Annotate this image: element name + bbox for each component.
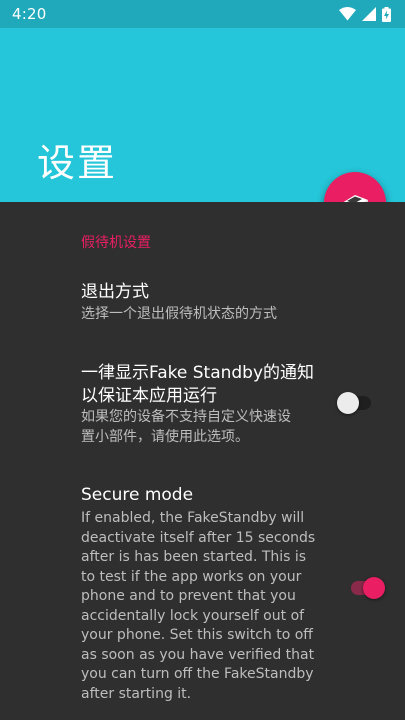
status-bar: 4:20 xyxy=(0,0,405,28)
secure-mode-summary-line: after is has been started. This is xyxy=(81,549,307,565)
secure-mode-summary-line: accidentally lock yourself out of xyxy=(81,607,305,624)
show-notification-title-line2: 以保证本应用运行 xyxy=(81,386,217,406)
category-header: 假待机设置 xyxy=(81,235,151,251)
secure-mode-summary-line: after starting it. xyxy=(81,685,192,702)
secure-mode-summary-line: phone and to prevent that you xyxy=(81,588,296,604)
secure-mode-switch[interactable] xyxy=(349,576,385,600)
cellular-signal-icon xyxy=(362,7,376,21)
exit-mode-summary: 选择一个退出假待机状态的方式 xyxy=(81,306,277,322)
secure-mode-summary-line: you can turn off the FakeStandby xyxy=(81,666,314,682)
secure-mode-summary-line: If enabled, the FakeStandby will xyxy=(81,510,305,526)
show-notification-title-line1: 一律显示Fake Standby的通知 xyxy=(81,363,315,383)
secure-mode-summary-line: to test if the app works on your xyxy=(81,568,302,585)
secure-mode-title: Secure mode xyxy=(81,485,194,505)
secure-mode-summary-line: your phone. Set this switch to off xyxy=(81,627,313,643)
settings-list: 假待机设置 退出方式 选择一个退出假待机状态的方式 一律显示Fake Stand… xyxy=(0,202,405,720)
show-notification-switch[interactable] xyxy=(337,391,373,415)
show-notification-summary-line2: 置小部件，请使用此选项。 xyxy=(81,429,249,445)
battery-charging-icon xyxy=(382,6,391,22)
wifi-icon xyxy=(339,7,356,21)
secure-mode-summary-line: deactivate itself after 15 seconds xyxy=(81,529,316,546)
exit-mode-title: 退出方式 xyxy=(81,282,149,302)
secure-mode-summary-line: as soon as you have verified that xyxy=(81,646,315,663)
status-time: 4:20 xyxy=(12,5,47,23)
switch-thumb xyxy=(363,577,385,599)
show-notification-summary-line1: 如果您的设备不支持自定义快速设 xyxy=(81,409,291,425)
page-title: 设置 xyxy=(37,141,118,185)
switch-thumb xyxy=(337,392,359,414)
status-icons xyxy=(339,6,391,22)
